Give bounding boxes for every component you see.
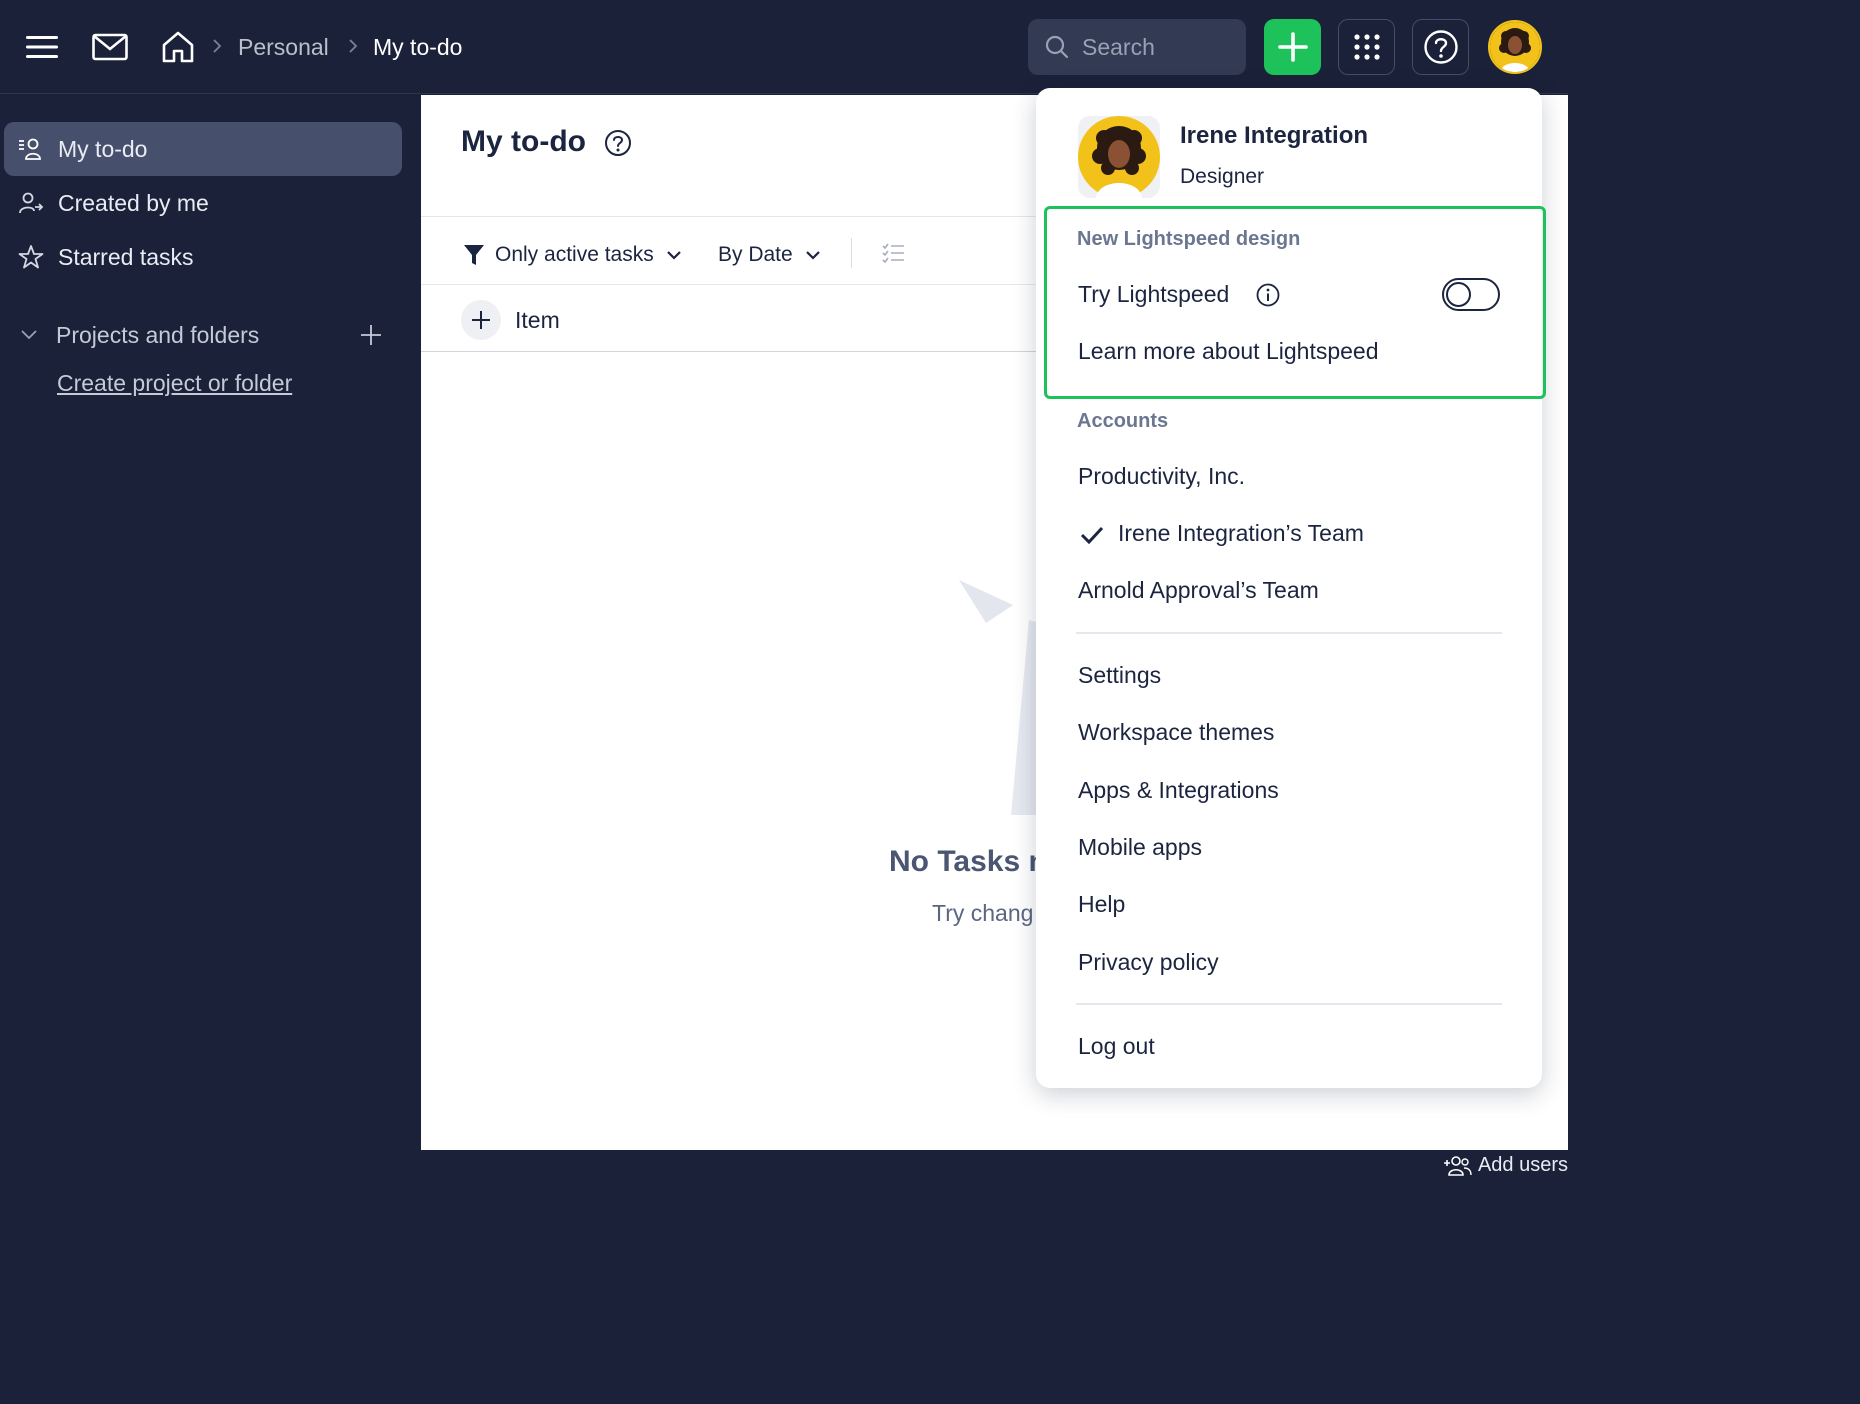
- plus-icon: [1277, 32, 1308, 62]
- toggle-knob: [1446, 282, 1471, 307]
- create-new-button[interactable]: [1264, 19, 1321, 75]
- inbox-mail-icon[interactable]: [87, 24, 133, 70]
- toolbar-divider: [851, 238, 852, 268]
- add-item-button[interactable]: Item: [461, 300, 560, 340]
- breadcrumb-personal[interactable]: Personal: [238, 32, 329, 62]
- user-role: Designer: [1180, 165, 1265, 188]
- page-title: My to-do: [461, 125, 586, 158]
- add-item-label: Item: [515, 306, 560, 333]
- add-project-plus-icon[interactable]: [360, 324, 382, 346]
- menu-divider: [1076, 632, 1502, 634]
- divider: [421, 351, 1041, 352]
- chevron-down-icon: [666, 251, 681, 260]
- add-users-label: Add users: [1477, 1154, 1568, 1176]
- sort-by-date-dropdown[interactable]: By Date: [718, 235, 821, 275]
- menu-item-help[interactable]: Help: [1078, 891, 1125, 918]
- menu-divider: [1076, 1003, 1502, 1005]
- add-users-icon: [1443, 1155, 1472, 1176]
- bottom-bar: Add users: [0, 1150, 1568, 1184]
- checkmark-icon: [1080, 526, 1104, 549]
- question-circle-icon: [1423, 30, 1458, 64]
- create-project-link[interactable]: Create project or folder: [57, 370, 292, 397]
- sidebar-item-my-todo[interactable]: My to-do: [4, 122, 402, 176]
- sort-label: By Date: [718, 243, 793, 266]
- account-irene-team[interactable]: Irene Integration’s Team: [1118, 520, 1364, 547]
- chevron-down-icon: [21, 330, 37, 340]
- sidebar-item-label: My to-do: [58, 135, 148, 162]
- breadcrumb-my-todo[interactable]: My to-do: [373, 32, 462, 62]
- plus-icon: [461, 300, 501, 340]
- grid-dots-icon: [1353, 34, 1380, 60]
- info-icon[interactable]: [1256, 283, 1280, 312]
- hamburger-menu-icon[interactable]: [20, 24, 66, 70]
- menu-item-settings[interactable]: Settings: [1078, 662, 1161, 689]
- apps-grid-button[interactable]: [1338, 19, 1395, 75]
- filter-active-tasks-dropdown[interactable]: Only active tasks: [463, 235, 682, 275]
- home-icon[interactable]: [155, 24, 201, 70]
- menu-item-mobile-apps[interactable]: Mobile apps: [1078, 834, 1202, 861]
- divider: [421, 284, 1041, 285]
- lightspeed-heading: New Lightspeed design: [1077, 228, 1301, 250]
- empty-state-subtitle: Try chang: [932, 900, 1034, 926]
- search-icon: [1045, 35, 1069, 59]
- help-button[interactable]: [1412, 19, 1469, 75]
- star-icon: [18, 245, 44, 269]
- logout-button[interactable]: Log out: [1078, 1033, 1155, 1060]
- sidebar-item-label: Created by me: [58, 189, 209, 216]
- filter-funnel-icon: [464, 245, 484, 265]
- filter-label: Only active tasks: [495, 243, 654, 266]
- person-list-icon: [19, 138, 41, 160]
- top-bar: Personal My to-do Search: [0, 0, 1568, 94]
- person-arrow-icon: [19, 192, 44, 214]
- learn-more-lightspeed-link[interactable]: Learn more about Lightspeed: [1078, 338, 1379, 365]
- chevron-down-icon: [805, 251, 820, 260]
- menu-item-apps-integrations[interactable]: Apps & Integrations: [1078, 777, 1279, 804]
- menu-item-privacy-policy[interactable]: Privacy policy: [1078, 949, 1219, 976]
- search-placeholder: Search: [1082, 33, 1155, 60]
- sidebar: My to-do Created by me Starred tasks Pro…: [0, 95, 420, 1150]
- projects-folders-section[interactable]: Projects and folders: [18, 315, 398, 355]
- sidebar-item-label: Starred tasks: [58, 243, 194, 270]
- empty-state-title: No Tasks n: [889, 845, 1047, 878]
- divider: [421, 216, 1041, 217]
- add-users-button[interactable]: Add users: [1443, 1154, 1568, 1177]
- avatar: [1078, 116, 1160, 198]
- help-icon[interactable]: [604, 129, 632, 157]
- section-label: Projects and folders: [56, 321, 260, 348]
- breadcrumb-separator-icon: [348, 34, 362, 58]
- menu-item-workspace-themes[interactable]: Workspace themes: [1078, 719, 1274, 746]
- profile-menu: Irene Integration Designer New Lightspee…: [1036, 88, 1546, 1088]
- checklist-view-icon[interactable]: [881, 242, 905, 269]
- user-name: Irene Integration: [1180, 122, 1369, 149]
- breadcrumb-separator-icon: [212, 34, 226, 58]
- search-input[interactable]: Search: [1028, 19, 1246, 75]
- sidebar-item-created-by-me[interactable]: Created by me: [4, 176, 402, 230]
- account-arnold-team[interactable]: Arnold Approval’s Team: [1078, 577, 1319, 604]
- lightspeed-toggle[interactable]: [1442, 278, 1500, 311]
- try-lightspeed-label: Try Lightspeed: [1078, 281, 1230, 307]
- account-productivity-inc[interactable]: Productivity, Inc.: [1078, 463, 1245, 490]
- avatar: [1490, 22, 1540, 72]
- sidebar-item-starred-tasks[interactable]: Starred tasks: [4, 230, 402, 284]
- user-avatar-button[interactable]: [1488, 20, 1542, 74]
- accounts-heading: Accounts: [1077, 410, 1169, 432]
